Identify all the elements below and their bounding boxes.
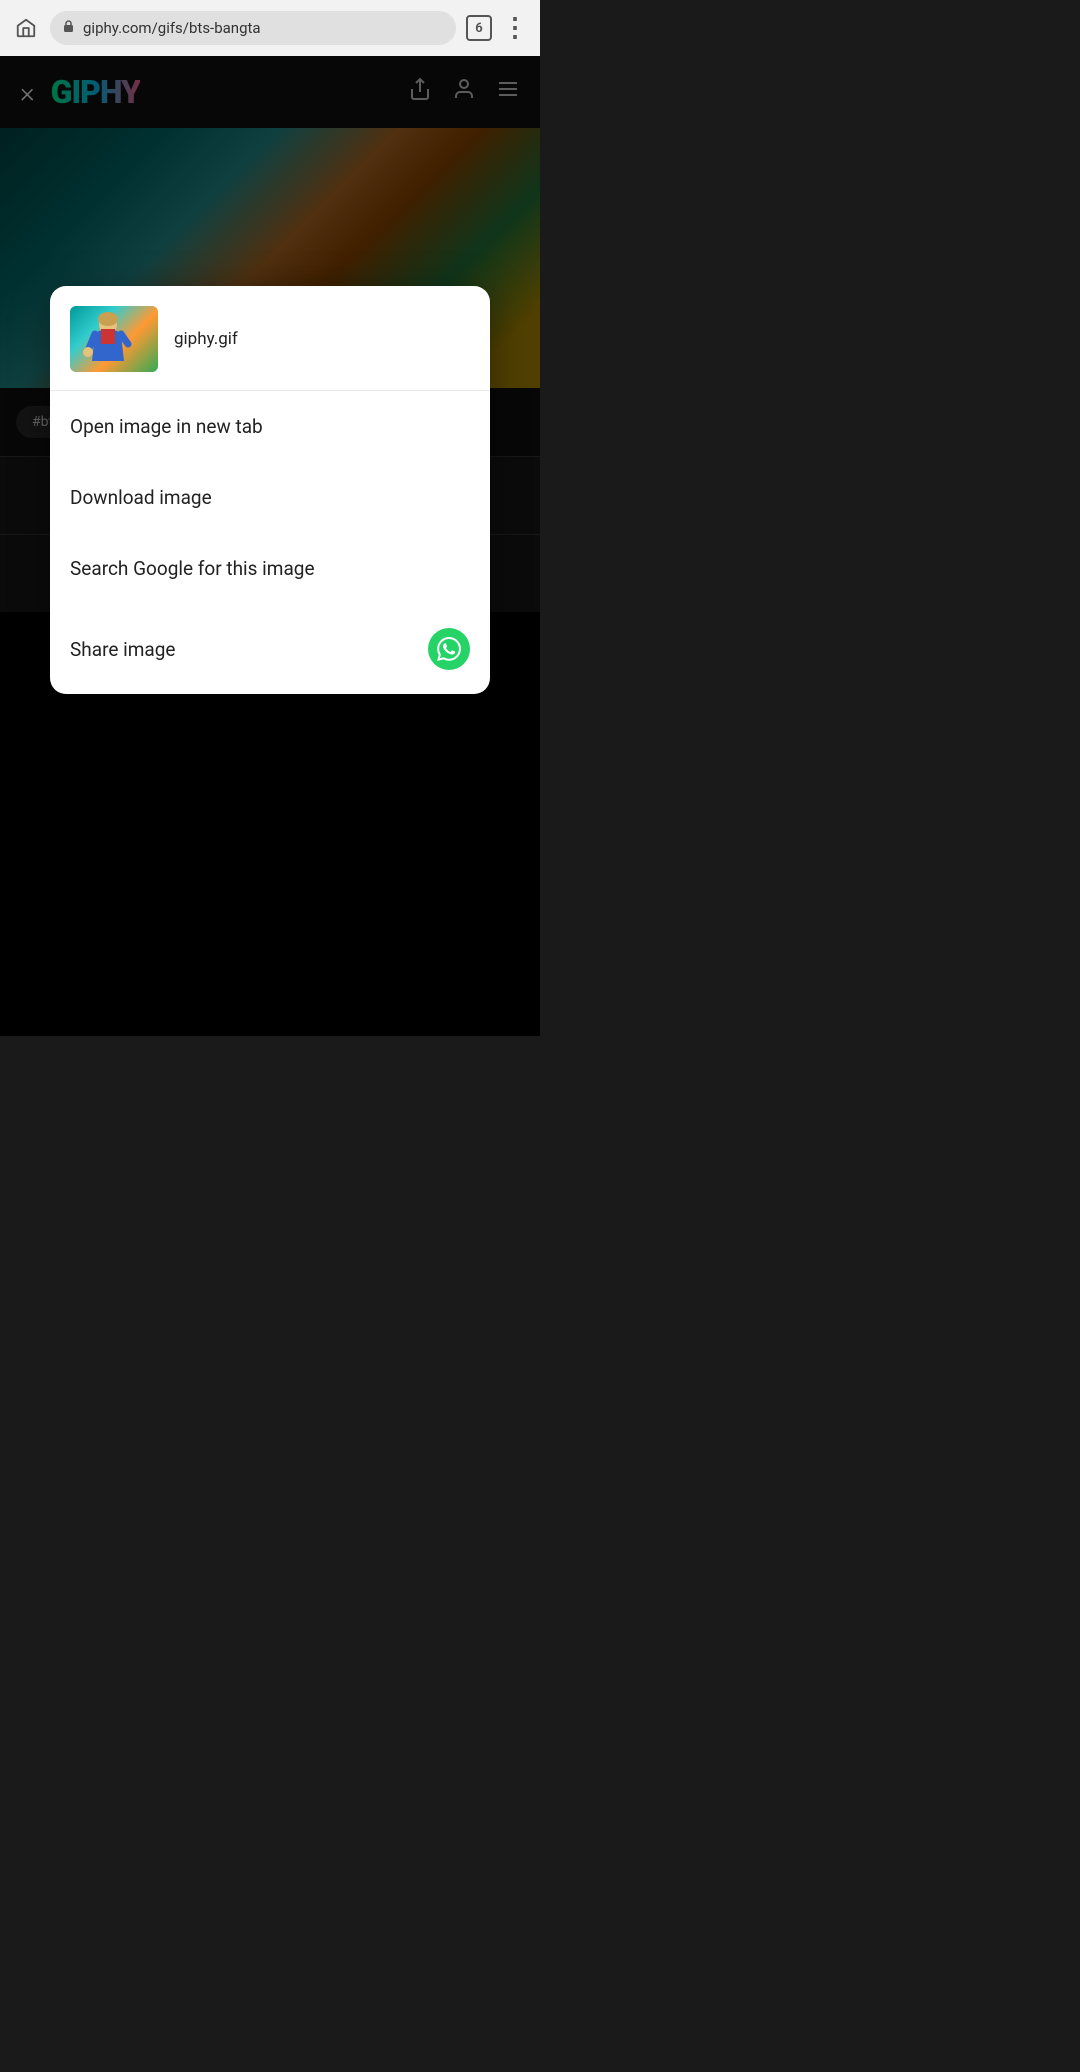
address-bar[interactable]: giphy.com/gifs/bts-bangta — [50, 11, 456, 45]
share-image-label: Share image — [70, 638, 176, 661]
open-image-new-tab-item[interactable]: Open image in new tab — [50, 391, 490, 462]
browser-menu-icon[interactable]: ⋮ — [502, 13, 528, 43]
download-image-label: Download image — [70, 486, 212, 509]
gif-thumbnail — [70, 306, 158, 372]
share-image-item[interactable]: Share image — [50, 604, 490, 694]
whatsapp-icon[interactable] — [428, 628, 470, 670]
browser-chrome: giphy.com/gifs/bts-bangta 6 ⋮ — [0, 0, 540, 56]
download-image-item[interactable]: Download image — [50, 462, 490, 533]
open-image-new-tab-label: Open image in new tab — [70, 415, 263, 438]
gif-filename: giphy.gif — [174, 329, 238, 349]
url-text: giphy.com/gifs/bts-bangta — [83, 19, 444, 37]
home-icon[interactable] — [12, 14, 40, 42]
search-google-label: Search Google for this image — [70, 557, 315, 580]
modal-gif-header: giphy.gif — [50, 286, 490, 391]
context-menu: giphy.gif Open image in new tab Download… — [50, 286, 490, 694]
lock-icon — [62, 19, 75, 37]
tab-count[interactable]: 6 — [466, 15, 492, 41]
search-google-item[interactable]: Search Google for this image — [50, 533, 490, 604]
